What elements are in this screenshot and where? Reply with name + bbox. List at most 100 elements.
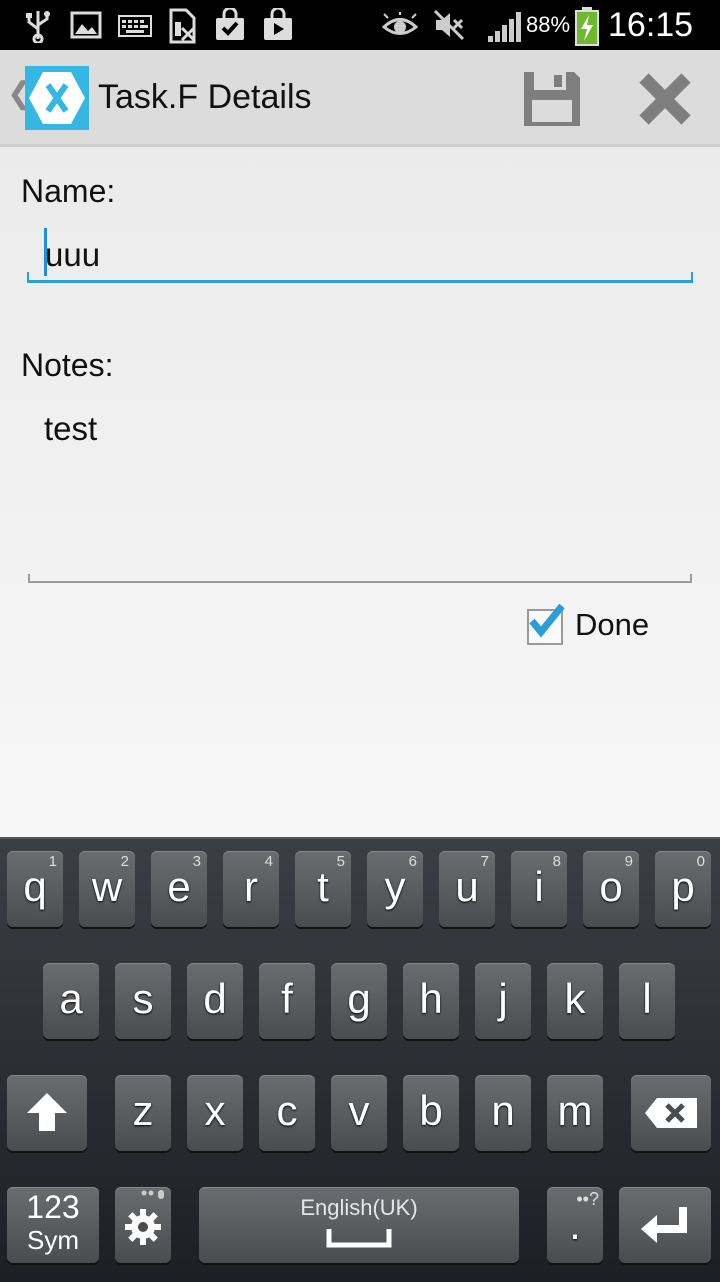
done-checkbox[interactable]: [527, 603, 565, 645]
key-label: u: [455, 863, 479, 910]
key-x[interactable]: x: [187, 1075, 243, 1151]
battery-charging-icon: [575, 7, 599, 46]
clock: 16:15: [608, 6, 694, 44]
gallery-icon: [70, 11, 102, 39]
notes-value[interactable]: test: [44, 410, 97, 448]
space-key[interactable]: English(UK): [199, 1187, 519, 1263]
key-z[interactable]: z: [115, 1075, 171, 1151]
key-d[interactable]: d: [187, 963, 243, 1039]
key-label: w: [91, 863, 123, 910]
key-e[interactable]: e3: [151, 851, 207, 927]
key-label: x: [204, 1087, 226, 1134]
xamarin-logo-icon[interactable]: [25, 66, 89, 130]
key-t[interactable]: t5: [295, 851, 351, 927]
mic-hint-icon: [141, 1190, 164, 1199]
key-number-hint: 5: [336, 853, 345, 870]
battery-percent: 88%: [526, 12, 571, 37]
name-field-underline: [27, 272, 693, 283]
key-label: b: [419, 1087, 443, 1134]
key-number-hint: 7: [480, 853, 489, 870]
key-label: a: [59, 975, 83, 1022]
key-n[interactable]: n: [475, 1075, 531, 1151]
key-label: r: [244, 863, 258, 910]
key-m[interactable]: m: [547, 1075, 603, 1151]
key-label: l: [642, 975, 652, 1022]
symbols-key-top: 123: [26, 1189, 80, 1225]
key-label: d: [203, 975, 227, 1022]
key-label: p: [671, 863, 695, 910]
key-k[interactable]: k: [547, 963, 603, 1039]
checkmark-icon: [529, 603, 565, 638]
key-number-hint: 1: [48, 853, 57, 870]
status-bar: 88% 16:15: [0, 0, 720, 50]
done-label[interactable]: Done: [575, 607, 649, 643]
period-key-hint: ••?: [576, 1189, 599, 1209]
key-o[interactable]: o9: [583, 851, 639, 927]
key-number-hint: 0: [696, 853, 705, 870]
key-label: j: [498, 975, 508, 1022]
key-label: g: [347, 975, 371, 1022]
space-key-language: English(UK): [300, 1195, 418, 1220]
key-label: k: [564, 975, 586, 1022]
eye-icon: [382, 12, 418, 35]
key-y[interactable]: y6: [367, 851, 423, 927]
key-label: e: [167, 863, 191, 910]
key-c[interactable]: c: [259, 1075, 315, 1151]
symbols-key[interactable]: 123 Sym: [7, 1187, 99, 1263]
enter-key[interactable]: [619, 1187, 711, 1263]
text-cursor: [44, 228, 47, 276]
notes-field-underline: [28, 574, 692, 583]
task-form: Name: uuu Notes: test Done: [0, 147, 720, 837]
key-label: n: [491, 1087, 515, 1134]
key-w[interactable]: w2: [79, 851, 135, 927]
key-r[interactable]: r4: [223, 851, 279, 927]
key-label: v: [348, 1087, 370, 1134]
symbols-key-bottom: Sym: [27, 1225, 79, 1255]
key-v[interactable]: v: [331, 1075, 387, 1151]
period-key[interactable]: . ••?: [547, 1187, 603, 1263]
key-j[interactable]: j: [475, 963, 531, 1039]
key-label: m: [557, 1087, 593, 1134]
backspace-key[interactable]: [631, 1075, 711, 1151]
key-g[interactable]: g: [331, 963, 387, 1039]
key-l[interactable]: l: [619, 963, 675, 1039]
key-number-hint: 9: [624, 853, 633, 870]
key-label: c: [276, 1087, 298, 1134]
key-q[interactable]: q1: [7, 851, 63, 927]
play-store-icon: [264, 8, 292, 40]
shift-arrow-icon: [27, 1093, 67, 1131]
key-label: t: [317, 863, 329, 910]
key-label: q: [23, 863, 47, 910]
mute-icon: [433, 9, 465, 41]
key-h[interactable]: h: [403, 963, 459, 1039]
key-a[interactable]: a: [43, 963, 99, 1039]
notes-label: Notes:: [21, 347, 114, 383]
key-label: s: [132, 975, 154, 1022]
signal-icon: [488, 12, 521, 42]
name-field[interactable]: uuu: [27, 217, 693, 285]
soft-keyboard: q1w2e3r4t5y6u7i8o9p0 asdfghjkl zxcvbnm 1…: [0, 837, 720, 1282]
page-title: Task.F Details: [98, 78, 312, 116]
key-b[interactable]: b: [403, 1075, 459, 1151]
close-icon[interactable]: [634, 68, 696, 130]
key-label: o: [599, 863, 623, 910]
key-s[interactable]: s: [115, 963, 171, 1039]
key-label: h: [419, 975, 443, 1022]
keyboard-icon: [118, 15, 152, 37]
name-value[interactable]: uuu: [45, 236, 100, 274]
shopping-bag-icon: [216, 8, 244, 40]
key-p[interactable]: p0: [655, 851, 711, 927]
key-number-hint: 8: [552, 853, 561, 870]
save-icon[interactable]: [520, 68, 584, 130]
key-f[interactable]: f: [259, 963, 315, 1039]
key-i[interactable]: i8: [511, 851, 567, 927]
settings-key[interactable]: [115, 1187, 171, 1263]
key-label: f: [281, 975, 293, 1022]
key-u[interactable]: u7: [439, 851, 495, 927]
gear-icon: [125, 1209, 161, 1245]
shift-key[interactable]: [7, 1075, 87, 1151]
backspace-icon: [645, 1098, 697, 1128]
key-number-hint: 2: [120, 853, 129, 870]
key-label: y: [384, 863, 406, 910]
notes-field[interactable]: test: [28, 392, 692, 580]
